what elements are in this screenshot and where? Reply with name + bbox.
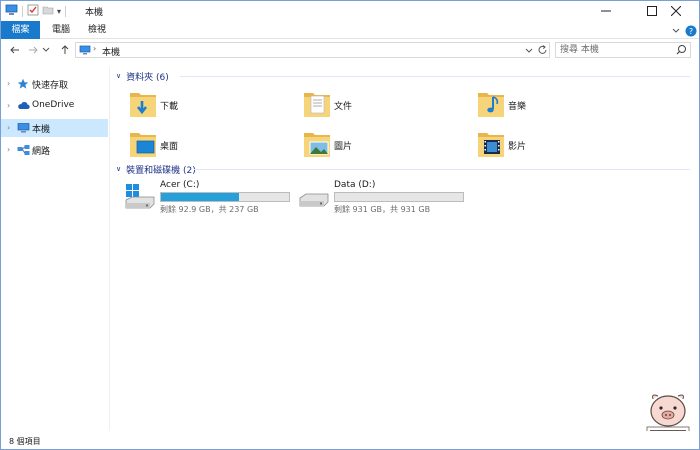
help-icon[interactable]: ? <box>685 24 697 37</box>
chevron-down-icon[interactable]: ∨ <box>116 72 121 80</box>
properties-icon[interactable] <box>27 4 39 19</box>
group-divider <box>194 169 690 170</box>
explorer-window: ▾ 本機 檔案 電腦 檢視 ? › 本機 搜尋 本機 › 快速存取 › OneD… <box>0 0 700 450</box>
navigation-pane: › 快速存取 › OneDrive › 本機 › 網路 <box>1 67 109 431</box>
drive-usage-bar <box>334 192 464 202</box>
expand-ribbon-icon[interactable] <box>671 24 681 37</box>
close-button[interactable] <box>653 1 699 21</box>
folder-tile-videos[interactable]: 影片 <box>476 127 646 163</box>
folder-tile-documents[interactable]: 文件 <box>302 87 472 123</box>
toolbar-separator <box>22 5 23 17</box>
search-icon[interactable] <box>676 44 687 59</box>
status-bar: 8 個項目 <box>1 431 699 449</box>
windows-drive-icon <box>124 184 156 212</box>
folder-tile-downloads[interactable]: 下載 <box>128 87 298 123</box>
chevron-right-icon[interactable]: › <box>7 123 10 132</box>
sidebar-item-onedrive[interactable]: › OneDrive <box>1 97 108 115</box>
computer-icon <box>5 4 18 19</box>
chevron-right-icon[interactable]: › <box>7 101 10 110</box>
folder-label: 圖片 <box>334 142 353 152</box>
breadcrumb[interactable]: 本機 <box>102 45 120 58</box>
drive-tile-c[interactable]: Acer (C:) 剩餘 92.9 GB，共 237 GB <box>124 180 294 216</box>
tab-file[interactable]: 檔案 <box>1 21 40 39</box>
folder-label: 影片 <box>508 142 527 152</box>
address-bar[interactable]: › 本機 <box>75 42 550 58</box>
cloud-icon <box>17 100 30 112</box>
ribbon-tabs: 檔案 電腦 檢視 ? <box>1 21 699 39</box>
customize-qat-icon[interactable]: ▾ <box>57 7 61 16</box>
back-button[interactable] <box>7 42 23 58</box>
new-folder-icon[interactable] <box>42 4 54 19</box>
music-folder-icon <box>476 87 506 121</box>
tab-view[interactable]: 檢視 <box>81 21 113 39</box>
item-count: 8 個項目 <box>9 437 41 446</box>
sidebar-item-label: OneDrive <box>32 100 75 110</box>
sidebar-item-label: 快速存取 <box>32 81 69 91</box>
videos-folder-icon <box>476 127 506 161</box>
group-header-label: 裝置和磁碟機 (2) <box>126 165 196 176</box>
pictures-folder-icon <box>302 127 332 161</box>
documents-folder-icon <box>302 87 332 121</box>
window-title: 本機 <box>85 8 104 18</box>
folder-label: 下載 <box>160 102 179 112</box>
star-icon <box>17 78 29 90</box>
recent-locations-icon[interactable] <box>41 42 51 58</box>
desktop-folder-icon <box>128 127 158 161</box>
minimize-button[interactable] <box>583 1 629 21</box>
drive-free-space: 剩餘 931 GB，共 931 GB <box>334 205 431 214</box>
address-dropdown-icon[interactable] <box>525 44 533 59</box>
svg-text:?: ? <box>689 27 693 36</box>
drive-usage-bar <box>160 192 290 202</box>
sidebar-item-label: 本機 <box>32 125 51 135</box>
folder-label: 文件 <box>334 102 353 112</box>
sidebar-item-label: 網路 <box>32 147 51 157</box>
drive-tile-d[interactable]: Data (D:) 剩餘 931 GB，共 931 GB <box>298 180 468 216</box>
title-bar: ▾ 本機 <box>1 1 699 21</box>
quick-access-toolbar: ▾ <box>5 4 67 18</box>
sidebar-item-quick-access[interactable]: › 快速存取 <box>1 75 108 93</box>
drive-free-space: 剩餘 92.9 GB，共 237 GB <box>160 205 259 214</box>
forward-button[interactable] <box>25 42 41 58</box>
sidebar-item-network[interactable]: › 網路 <box>1 141 108 159</box>
drive-usage-fill <box>161 193 239 201</box>
group-divider <box>180 76 690 77</box>
tab-computer[interactable]: 電腦 <box>45 21 77 39</box>
folder-label: 音樂 <box>508 102 527 112</box>
devices-group-header[interactable]: ∨ 裝置和磁碟機 (2) <box>116 162 196 176</box>
folder-label: 桌面 <box>160 142 179 152</box>
folder-tile-music[interactable]: 音樂 <box>476 87 646 123</box>
sidebar-item-this-pc[interactable]: › 本機 <box>1 119 108 137</box>
toolbar-separator <box>65 5 67 17</box>
folder-tile-desktop[interactable]: 桌面 <box>128 127 298 163</box>
network-icon <box>17 144 30 156</box>
address-row: › 本機 <box>1 39 699 61</box>
chevron-down-icon[interactable]: ∨ <box>116 165 121 173</box>
chevron-right-icon[interactable]: › <box>7 145 10 154</box>
computer-icon <box>79 45 91 58</box>
refresh-icon[interactable] <box>537 44 548 59</box>
hard-drive-icon <box>298 184 330 212</box>
search-box[interactable] <box>555 42 691 58</box>
drive-name: Acer (C:) <box>160 180 200 190</box>
folders-group-header[interactable]: ∨ 資料夾 (6) <box>116 69 169 83</box>
drive-name: Data (D:) <box>334 180 376 190</box>
chevron-right-icon[interactable]: › <box>7 79 10 88</box>
up-button[interactable] <box>57 42 73 58</box>
computer-icon <box>17 122 30 134</box>
folder-tile-pictures[interactable]: 圖片 <box>302 127 472 163</box>
downloads-folder-icon <box>128 87 158 121</box>
content-area: ∨ 資料夾 (6) 下載 文件 音樂 桌面 圖片 影片 ∨ 裝置和磁碟機 (2)… <box>110 63 699 431</box>
group-header-label: 資料夾 (6) <box>126 72 169 83</box>
search-input[interactable] <box>560 44 670 56</box>
breadcrumb-separator-icon[interactable]: › <box>93 44 96 53</box>
